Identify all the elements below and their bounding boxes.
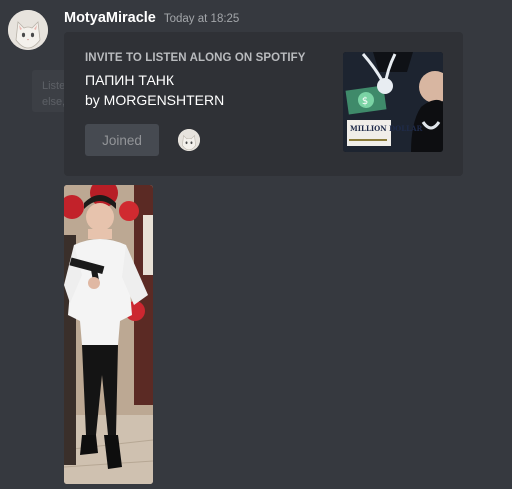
album-cover-image: $ MILLION DOLLAR (343, 52, 443, 152)
invite-label: INVITE TO LISTEN ALONG ON SPOTIFY (85, 52, 306, 64)
track-title[interactable]: ПАПИН ТАНК (85, 72, 174, 88)
attached-photo[interactable] (64, 185, 153, 484)
album-art[interactable]: $ MILLION DOLLAR (343, 52, 443, 152)
message-header: MotyaMiracle Today at 18:25 (64, 10, 239, 28)
spotify-invite-embed: INVITE TO LISTEN ALONG ON SPOTIFY ПАПИН … (64, 32, 463, 176)
listener-avatar[interactable] (178, 129, 200, 151)
user-avatar[interactable] (8, 10, 48, 50)
album-text: MILLION DOLLAR (350, 124, 423, 133)
track-artist[interactable]: by MORGENSHTERN (85, 92, 224, 108)
joined-button[interactable]: Joined (85, 124, 159, 156)
svg-text:$: $ (362, 96, 368, 107)
timestamp[interactable]: Today at 18:25 (164, 13, 239, 25)
cat-avatar-icon (178, 129, 200, 151)
username[interactable]: MotyaMiracle (64, 10, 156, 26)
cat-avatar-icon (8, 10, 48, 50)
chat-message: MotyaMiracle Today at 18:25 Listen along… (0, 0, 512, 489)
photo-image (64, 185, 153, 484)
